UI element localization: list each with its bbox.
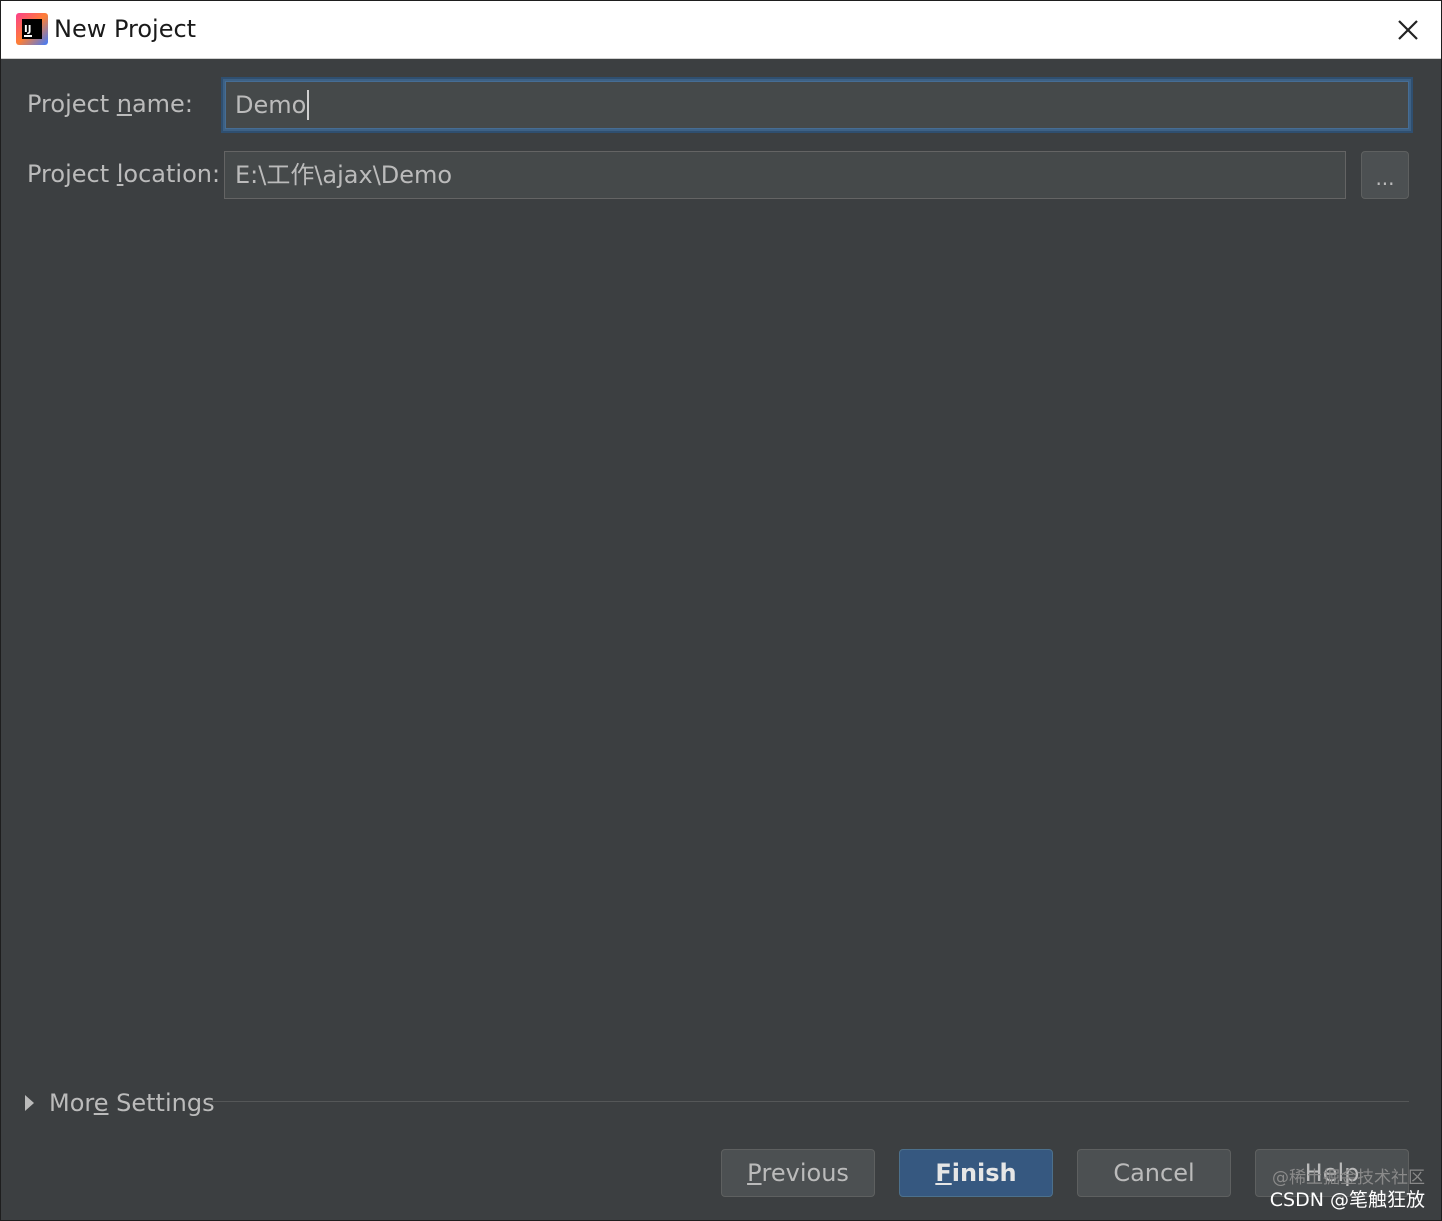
watermark-csdn: CSDN @笔触狂放 xyxy=(1269,1189,1425,1211)
separator xyxy=(208,1101,1409,1102)
project-location-label: Project location: xyxy=(27,160,221,188)
watermark-juejin: @稀土掘金技术社区 xyxy=(1272,1168,1425,1188)
browse-location-button[interactable]: ... xyxy=(1361,151,1409,199)
project-name-input[interactable]: Demo xyxy=(223,79,1411,131)
project-location-input[interactable]: E:\工作\ajax\Demo xyxy=(224,151,1346,199)
new-project-dialog: IJ New Project Project name: Demo Projec… xyxy=(0,0,1442,1221)
title-bar: IJ New Project xyxy=(1,1,1441,59)
expand-triangle-icon xyxy=(25,1095,34,1111)
more-settings-toggle[interactable]: More Settings xyxy=(25,1085,215,1121)
text-caret xyxy=(307,90,310,120)
more-settings-label: More Settings xyxy=(49,1089,215,1117)
window-title: New Project xyxy=(54,15,197,43)
watermark: @稀土掘金技术社区 CSDN @笔触狂放 xyxy=(1270,1167,1425,1211)
close-icon[interactable] xyxy=(1387,9,1429,51)
project-name-label: Project name: xyxy=(27,90,193,118)
svg-text:IJ: IJ xyxy=(24,24,31,35)
project-name-value: Demo xyxy=(235,91,307,119)
previous-button[interactable]: Previous xyxy=(721,1149,875,1197)
finish-button[interactable]: Finish xyxy=(899,1149,1053,1197)
project-location-value: E:\工作\ajax\Demo xyxy=(235,161,453,189)
cancel-button[interactable]: Cancel xyxy=(1077,1149,1231,1197)
intellij-idea-icon: IJ xyxy=(16,13,48,45)
